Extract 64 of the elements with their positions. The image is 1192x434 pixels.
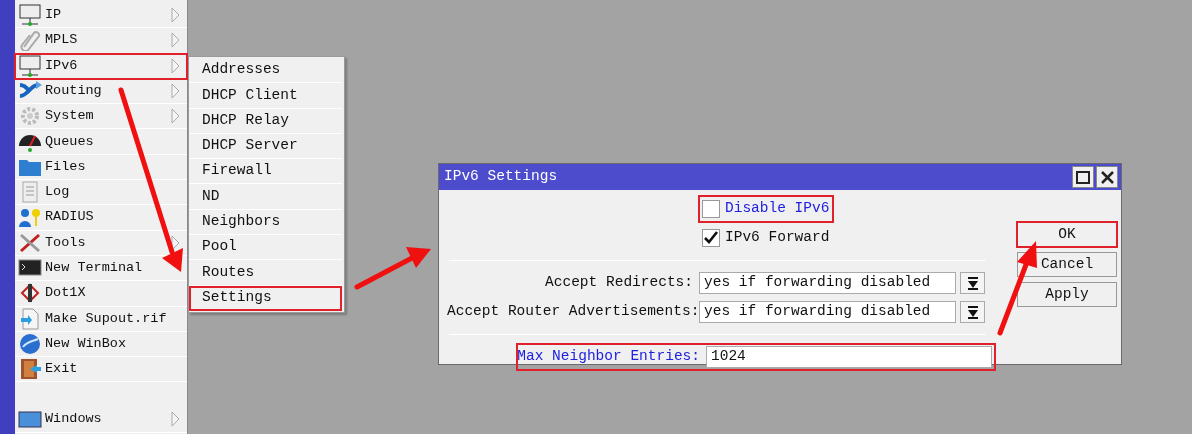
close-icon <box>1100 170 1114 184</box>
submenu-arrow-icon <box>171 82 180 99</box>
submenu-arrow-icon <box>171 234 180 251</box>
submenu-item[interactable]: Addresses <box>189 58 342 84</box>
submenu-item[interactable]: DHCP Client <box>189 83 342 109</box>
dropdown-arrow-icon <box>965 276 980 291</box>
gear-icon <box>18 105 42 128</box>
dropdown-button[interactable] <box>960 300 985 323</box>
paperclip-icon <box>18 29 42 52</box>
menu-item[interactable]: System <box>15 104 187 130</box>
checkbox[interactable] <box>702 228 720 247</box>
file-arrow-icon <box>18 307 42 330</box>
globe-icon <box>18 333 42 355</box>
field-label: Max Neighbor Entries: <box>517 347 701 367</box>
menu-item[interactable]: New WinBox <box>15 331 187 358</box>
field-label: Accept Redirects: <box>544 273 694 293</box>
menu-item[interactable]: Make Supout.rif <box>15 306 187 332</box>
input-field[interactable]: 1024 <box>706 346 992 369</box>
submenu-item[interactable]: Settings <box>189 285 342 311</box>
monitor-icon <box>18 4 42 27</box>
submenu-item[interactable]: Routes <box>189 260 342 286</box>
submenu-item[interactable]: ND <box>189 184 342 210</box>
submenu-item[interactable]: Pool <box>189 235 342 261</box>
dialog-button[interactable]: Apply <box>1017 282 1117 307</box>
menu-item[interactable]: IP <box>15 3 187 29</box>
door-icon <box>18 358 42 381</box>
checkbox-option[interactable]: IPv6 Forward <box>699 224 834 251</box>
submenu-item[interactable]: DHCP Relay <box>189 108 342 134</box>
dropdown-arrow-icon <box>965 304 980 319</box>
check-icon <box>704 231 718 245</box>
submenu-item[interactable]: DHCP Server <box>189 133 342 160</box>
menu-item[interactable]: Exit <box>15 357 187 383</box>
menu-item[interactable]: Routing <box>15 78 187 105</box>
checkbox-option[interactable]: Disable IPv6 <box>699 196 834 223</box>
window-icon <box>18 408 42 431</box>
menu-item[interactable]: Windows <box>15 407 187 433</box>
users-key-icon <box>18 206 42 229</box>
menu-item[interactable]: Files <box>15 154 187 181</box>
submenu-arrow-icon <box>171 411 180 428</box>
dropdown-button[interactable] <box>960 272 985 295</box>
menu-item[interactable]: Log <box>15 180 187 206</box>
submenu-item[interactable]: Neighbors <box>189 209 342 236</box>
submenu-item[interactable]: Firewall <box>189 159 342 185</box>
field-label: Accept Router Advertisements: <box>447 301 699 321</box>
window-title: IPv6 Settings <box>444 167 558 187</box>
tools-icon <box>18 231 42 254</box>
menu-item[interactable]: Queues <box>15 129 187 155</box>
submenu-arrow-icon <box>171 57 180 74</box>
submenu-arrow-icon <box>171 7 180 23</box>
menu-item[interactable]: RADIUS <box>15 205 187 231</box>
close-button[interactable] <box>1096 166 1118 188</box>
submenu-arrow-icon <box>171 108 180 125</box>
submenu-arrow-icon <box>171 32 180 49</box>
menu-item[interactable]: IPv6 <box>15 53 187 79</box>
maximize-icon <box>1076 170 1090 184</box>
menu-item[interactable]: Dot1X <box>15 281 187 307</box>
dropdown-field[interactable]: yes if forwarding disabled <box>699 300 956 323</box>
dropdown-field[interactable]: yes if forwarding disabled <box>699 272 956 295</box>
diamond-icon <box>18 282 42 305</box>
checkbox[interactable] <box>702 200 720 219</box>
dialog-button[interactable]: OK <box>1017 222 1117 247</box>
menu-item[interactable]: MPLS <box>15 28 187 54</box>
maximize-button[interactable] <box>1072 166 1094 188</box>
monitor-icon <box>18 54 42 77</box>
